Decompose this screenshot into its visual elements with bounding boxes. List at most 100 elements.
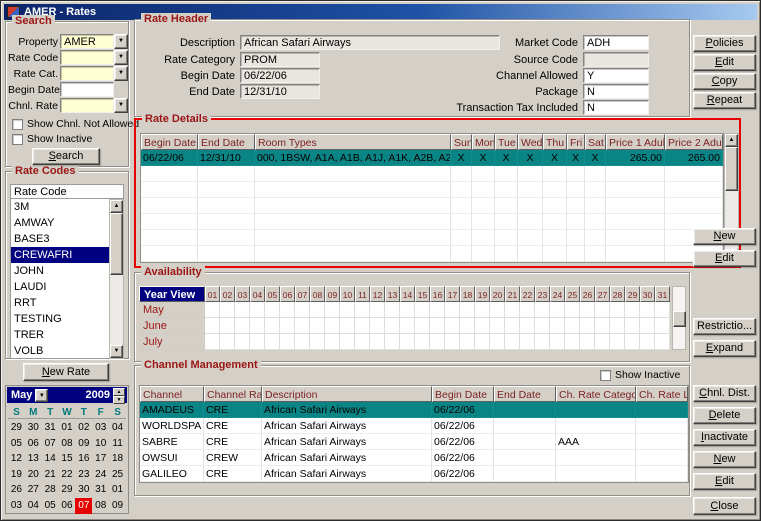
calendar-date[interactable]: 31 (42, 420, 59, 436)
availability-cell[interactable] (205, 318, 220, 334)
availability-cell[interactable] (370, 302, 385, 318)
calendar-date[interactable]: 23 (75, 467, 92, 483)
calendar-date[interactable]: 30 (25, 420, 42, 436)
availability-cell[interactable] (265, 302, 280, 318)
chnl-rate-field[interactable] (60, 98, 114, 113)
availability-cell[interactable] (550, 334, 565, 350)
calendar-date[interactable]: 18 (109, 451, 126, 467)
availability-cell[interactable] (490, 302, 505, 318)
availability-cell[interactable] (550, 302, 565, 318)
market-code-field[interactable]: ADH (583, 35, 649, 50)
calendar-date[interactable]: 11 (109, 436, 126, 452)
calendar-date[interactable]: 04 (109, 420, 126, 436)
calendar-date[interactable]: 27 (25, 482, 42, 498)
channel-row[interactable]: OWSUICREWAfrican Safari Airways06/22/06 (140, 450, 688, 466)
calendar-date[interactable]: 15 (59, 451, 76, 467)
availability-cell[interactable] (235, 302, 250, 318)
copy-button[interactable]: Copy (693, 73, 756, 90)
chnl-rate-dropdown-icon[interactable]: ▼ (114, 98, 128, 113)
availability-cell[interactable] (640, 334, 655, 350)
calendar-date[interactable]: 09 (109, 498, 126, 514)
channel-row[interactable]: SABRECREAfrican Safari Airways06/22/06AA… (140, 434, 688, 450)
availability-cell[interactable] (655, 302, 670, 318)
availability-cell[interactable] (625, 334, 640, 350)
availability-cell[interactable] (460, 334, 475, 350)
expand-button[interactable]: Expand (693, 340, 756, 357)
calendar-date[interactable]: 16 (75, 451, 92, 467)
calendar-date[interactable]: 06 (59, 498, 76, 514)
availability-cell[interactable] (205, 334, 220, 350)
calendar-date[interactable]: 05 (8, 436, 25, 452)
availability-cell[interactable] (565, 318, 580, 334)
delete-button[interactable]: Delete (693, 407, 756, 424)
scroll-thumb[interactable] (673, 311, 686, 327)
calendar-date[interactable]: 08 (59, 436, 76, 452)
availability-cell[interactable] (355, 302, 370, 318)
availability-cell[interactable] (295, 318, 310, 334)
begin-date-field[interactable]: 06/22/06 (240, 68, 320, 83)
availability-cell[interactable] (445, 334, 460, 350)
calendar-date[interactable]: 03 (92, 420, 109, 436)
availability-cell[interactable] (385, 334, 400, 350)
availability-cell[interactable] (535, 334, 550, 350)
begin-date-field[interactable] (60, 82, 114, 97)
calendar-date[interactable]: 30 (75, 482, 92, 498)
availability-cell[interactable] (580, 334, 595, 350)
availability-cell[interactable] (565, 302, 580, 318)
availability-cell[interactable] (415, 318, 430, 334)
scroll-down-icon[interactable]: ▼ (110, 345, 123, 358)
calendar-date[interactable]: 03 (8, 498, 25, 514)
availability-cell[interactable] (265, 334, 280, 350)
availability-cell[interactable] (655, 334, 670, 350)
availability-cell[interactable] (595, 302, 610, 318)
rate-details-row[interactable]: 06/22/0612/31/10000, 1BSW, A1A, A1B, A1J… (141, 150, 723, 166)
availability-cell[interactable] (340, 334, 355, 350)
availability-cell[interactable] (505, 334, 520, 350)
calendar-date[interactable]: 14 (42, 451, 59, 467)
rate-code-item[interactable]: AMWAY (11, 215, 109, 231)
availability-cell[interactable] (235, 334, 250, 350)
rate-code-item[interactable]: 3M (11, 199, 109, 215)
calendar-date[interactable]: 24 (92, 467, 109, 483)
availability-cell[interactable] (250, 334, 265, 350)
close-button[interactable]: Close (693, 497, 756, 515)
availability-cell[interactable] (475, 302, 490, 318)
calendar-date[interactable]: 20 (25, 467, 42, 483)
availability-cell[interactable] (490, 334, 505, 350)
rate-code-item[interactable]: BASE3 (11, 231, 109, 247)
availability-scrollbar[interactable] (672, 286, 686, 350)
calendar-date[interactable]: 21 (42, 467, 59, 483)
spinner-down-icon[interactable]: ▼ (113, 396, 125, 404)
calendar-date[interactable]: 17 (92, 451, 109, 467)
transaction-tax-field[interactable]: N (583, 100, 649, 115)
availability-cell[interactable] (415, 302, 430, 318)
availability-cell[interactable] (640, 302, 655, 318)
calendar-year-spinner[interactable]: ▲▼ (113, 388, 125, 402)
availability-cell[interactable] (430, 334, 445, 350)
availability-cell[interactable] (385, 302, 400, 318)
calendar-date[interactable]: 28 (42, 482, 59, 498)
end-date-field[interactable]: 12/31/10 (240, 84, 320, 99)
availability-cell[interactable] (550, 318, 565, 334)
package-field[interactable]: N (583, 84, 649, 99)
availability-cell[interactable] (295, 334, 310, 350)
availability-cell[interactable] (610, 318, 625, 334)
channel-allowed-field[interactable]: Y (583, 68, 649, 83)
availability-cell[interactable] (580, 318, 595, 334)
availability-cell[interactable] (355, 318, 370, 334)
availability-cell[interactable] (595, 334, 610, 350)
availability-cell[interactable] (505, 318, 520, 334)
chnl-dist-button[interactable]: Chnl. Dist. (693, 385, 756, 402)
calendar-date[interactable]: 19 (8, 467, 25, 483)
availability-cell[interactable] (310, 318, 325, 334)
calendar-date[interactable]: 29 (8, 420, 25, 436)
rate-code-item[interactable]: LAUDI (11, 279, 109, 295)
calendar-month-select[interactable]: May (9, 389, 32, 401)
calendar-date[interactable]: 22 (59, 467, 76, 483)
calendar-date[interactable]: 10 (92, 436, 109, 452)
calendar-date[interactable]: 12 (8, 451, 25, 467)
rate-code-item[interactable]: TESTING (11, 311, 109, 327)
show-inactive-channel-checkbox[interactable]: Show Inactive (600, 369, 680, 381)
spinner-up-icon[interactable]: ▲ (113, 388, 125, 396)
availability-cell[interactable] (655, 318, 670, 334)
